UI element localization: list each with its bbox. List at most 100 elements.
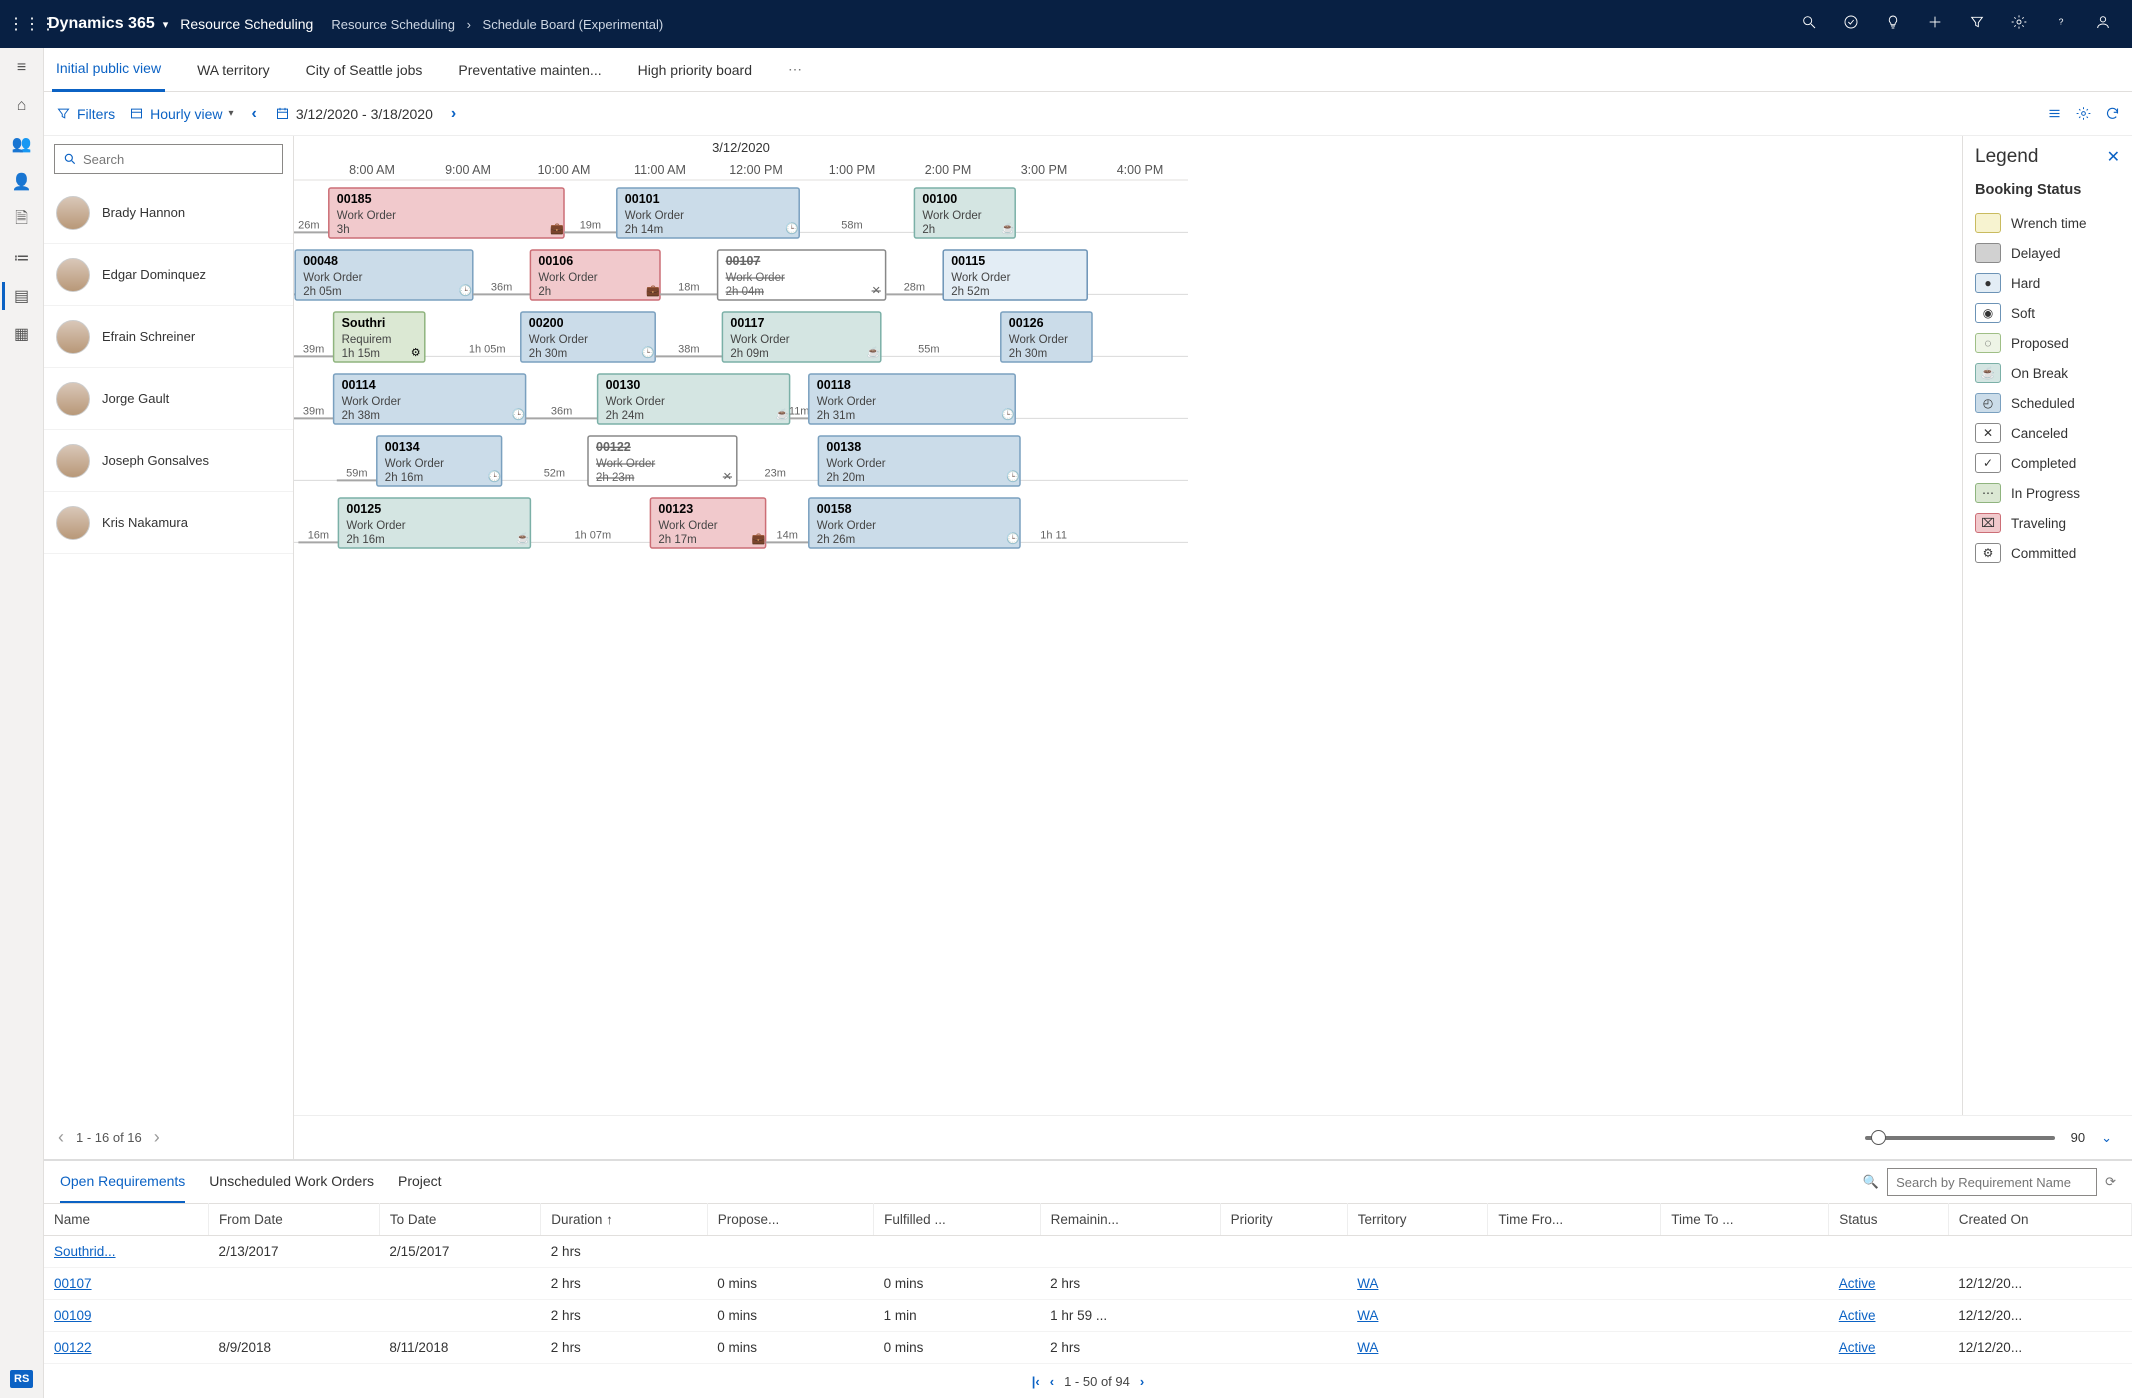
booking-card[interactable]: 00118 Work Order 2h 31m 🕒: [809, 374, 1015, 424]
zoom-slider[interactable]: [1865, 1136, 2055, 1140]
chevron-down-icon[interactable]: ▾: [159, 18, 181, 31]
res-page-next[interactable]: ›: [154, 1127, 160, 1148]
list-icon[interactable]: ≔: [12, 248, 32, 268]
gear-icon[interactable]: [1998, 14, 2040, 34]
grid-col-header[interactable]: Propose...: [707, 1204, 873, 1236]
btab-unsched[interactable]: Unscheduled Work Orders: [209, 1161, 374, 1203]
idea-icon[interactable]: [1872, 14, 1914, 34]
user-icon[interactable]: [2082, 14, 2124, 34]
grid-col-header[interactable]: From Date: [208, 1204, 379, 1236]
booking-card[interactable]: 00117 Work Order 2h 09m ☕: [722, 312, 880, 362]
grid-col-header[interactable]: Remainin...: [1040, 1204, 1220, 1236]
booking-card[interactable]: 00106 Work Order 2h 💼: [530, 250, 660, 300]
grid-name-link[interactable]: 00109: [44, 1300, 208, 1332]
grid-col-header[interactable]: Status: [1829, 1204, 1949, 1236]
person-icon[interactable]: 👤: [12, 172, 32, 192]
crumb-2[interactable]: Schedule Board (Experimental): [483, 17, 664, 32]
tab-preventative-maint[interactable]: Preventative mainten...: [454, 48, 605, 92]
funnel-icon[interactable]: [1956, 14, 1998, 34]
booking-card[interactable]: 00123 Work Order 2h 17m 💼: [650, 498, 765, 548]
resource-row[interactable]: Brady Hannon: [44, 182, 293, 244]
schedule-board-icon[interactable]: ▤: [12, 286, 32, 306]
resource-row[interactable]: Kris Nakamura: [44, 492, 293, 554]
grid-name-link[interactable]: Southrid...: [44, 1236, 208, 1268]
resource-row[interactable]: Joseph Gonsalves: [44, 430, 293, 492]
hamburger-icon[interactable]: ≡: [12, 58, 32, 78]
brand[interactable]: Dynamics 365: [40, 15, 159, 33]
tab-wa-territory[interactable]: WA territory: [193, 48, 274, 92]
zoom-collapse-icon[interactable]: ⌄: [2101, 1130, 2112, 1146]
grid-search-input[interactable]: [1887, 1168, 2097, 1196]
document-icon[interactable]: 🗎: [12, 210, 32, 230]
booking-card[interactable]: 00114 Work Order 2h 38m 🕒: [334, 374, 526, 424]
btab-open-req[interactable]: Open Requirements: [60, 1161, 185, 1203]
task-icon[interactable]: [1830, 14, 1872, 34]
res-page-prev[interactable]: ‹: [58, 1127, 64, 1148]
booking-card[interactable]: 00115 Work Order 2h 52m: [943, 250, 1087, 300]
grid-name-link[interactable]: 00122: [44, 1332, 208, 1364]
grid-col-header[interactable]: Fulfilled ...: [874, 1204, 1040, 1236]
grid-refresh-icon[interactable]: ⟳: [2105, 1174, 2116, 1190]
resource-row[interactable]: Edgar Dominquez: [44, 244, 293, 306]
booking-card[interactable]: 00101 Work Order 2h 14m 🕒: [617, 188, 799, 238]
grid-prev[interactable]: ‹: [1050, 1374, 1054, 1389]
view-mode-button[interactable]: Hourly view ▾: [129, 106, 233, 122]
booking-card[interactable]: 00100 Work Order 2h ☕: [914, 188, 1015, 238]
grid-name-link[interactable]: 00107: [44, 1268, 208, 1300]
booking-card[interactable]: 00134 Work Order 2h 16m 🕒: [377, 436, 502, 486]
grid-col-header[interactable]: To Date: [379, 1204, 540, 1236]
grid-col-header[interactable]: Time To ...: [1661, 1204, 1829, 1236]
resource-row[interactable]: Efrain Schreiner: [44, 306, 293, 368]
calendar-icon[interactable]: ▦: [12, 324, 32, 344]
grid-first[interactable]: |‹: [1032, 1374, 1040, 1389]
grid-next[interactable]: ›: [1140, 1374, 1144, 1389]
refresh-icon[interactable]: [2105, 106, 2120, 121]
booking-card[interactable]: 00122 Work Order 2h 23m ✕: [588, 436, 737, 486]
people-icon[interactable]: 👥: [12, 134, 32, 154]
date-range-picker[interactable]: 3/12/2020 - 3/18/2020: [275, 106, 433, 122]
grid-col-header[interactable]: Created On: [1948, 1204, 2131, 1236]
tab-city-of-seattle[interactable]: City of Seattle jobs: [302, 48, 427, 92]
booking-card[interactable]: Southri Requirem 1h 15m ⚙: [334, 312, 425, 362]
help-icon[interactable]: ?: [2040, 14, 2082, 34]
booking-card[interactable]: 00138 Work Order 2h 20m 🕒: [818, 436, 1020, 486]
rs-badge[interactable]: RS: [10, 1370, 33, 1388]
resource-row[interactable]: Jorge Gault: [44, 368, 293, 430]
resource-search[interactable]: Search: [54, 144, 283, 174]
crumb-1[interactable]: Resource Scheduling: [331, 17, 455, 32]
date-next-button[interactable]: ›: [447, 105, 460, 123]
grid-row[interactable]: 00109 2 hrs0 mins 1 min1 hr 59 ... WA Ac…: [44, 1300, 2132, 1332]
booking-card[interactable]: 00158 Work Order 2h 26m 🕒: [809, 498, 1020, 548]
grid-col-header[interactable]: Duration ↑: [541, 1204, 707, 1236]
btab-project[interactable]: Project: [398, 1161, 442, 1203]
booking-card[interactable]: 00200 Work Order 2h 30m 🕒: [521, 312, 655, 362]
grid-col-header[interactable]: Territory: [1347, 1204, 1488, 1236]
gantt-area[interactable]: 3/12/20208:00 AM9:00 AM10:00 AM11:00 AM1…: [294, 136, 2132, 1115]
app-launcher-icon[interactable]: ⋮⋮⋮: [8, 14, 40, 34]
booking-card[interactable]: 00185 Work Order 3h 💼: [329, 188, 564, 238]
grid-col-header[interactable]: Name: [44, 1204, 208, 1236]
search-icon[interactable]: [1788, 14, 1830, 34]
booking-card[interactable]: 00126 Work Order 2h 30m: [1001, 312, 1092, 362]
tab-more-icon[interactable]: ⋯: [784, 48, 806, 92]
grid-row[interactable]: Southrid... 2/13/20172/15/20172 hrs: [44, 1236, 2132, 1268]
grid-col-header[interactable]: Priority: [1220, 1204, 1347, 1236]
grid-col-header[interactable]: Time Fro...: [1488, 1204, 1661, 1236]
date-prev-button[interactable]: ‹: [248, 105, 261, 123]
filters-button[interactable]: Filters: [56, 106, 115, 122]
booking-card[interactable]: 00125 Work Order 2h 16m ☕: [338, 498, 530, 548]
tab-initial-public-view[interactable]: Initial public view: [52, 48, 165, 92]
home-icon[interactable]: ⌂: [12, 96, 32, 116]
add-icon[interactable]: [1914, 14, 1956, 34]
list-toggle-icon[interactable]: [2047, 106, 2062, 121]
requirements-grid[interactable]: NameFrom DateTo DateDuration ↑Propose...…: [44, 1203, 2132, 1364]
tab-high-priority[interactable]: High priority board: [634, 48, 756, 92]
settings-icon[interactable]: [2076, 106, 2091, 121]
grid-search-icon[interactable]: 🔍: [1863, 1174, 1879, 1190]
booking-card[interactable]: 00048 Work Order 2h 05m 🕒: [295, 250, 473, 300]
grid-row[interactable]: 00122 8/9/20188/11/20182 hrs0 mins 0 min…: [44, 1332, 2132, 1364]
booking-card[interactable]: 00130 Work Order 2h 24m ☕: [598, 374, 790, 424]
grid-row[interactable]: 00107 2 hrs0 mins 0 mins2 hrs WA Active1…: [44, 1268, 2132, 1300]
booking-card[interactable]: 00107 Work Order 2h 04m ✕: [718, 250, 886, 300]
legend-close-icon[interactable]: ✕: [2107, 147, 2120, 167]
